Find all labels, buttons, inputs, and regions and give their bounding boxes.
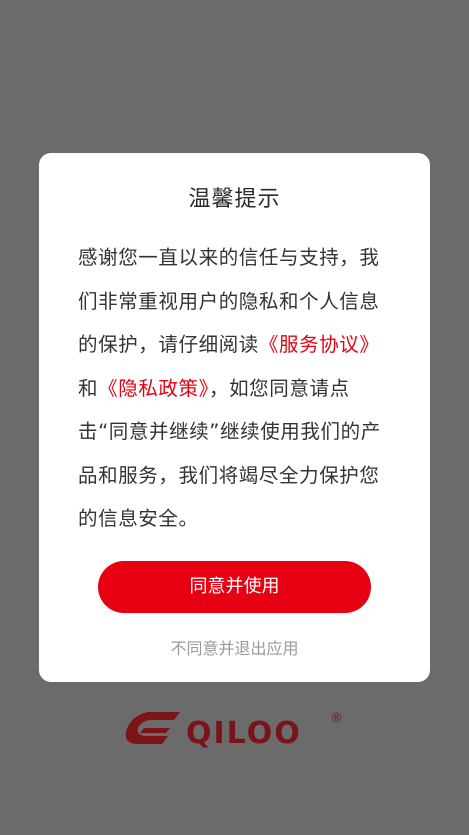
service-agreement-link[interactable]: 《服务协议》	[259, 333, 380, 356]
message-line: 的保护，请仔细阅读《服务协议》	[78, 323, 396, 367]
qiloo-logo: QILOO ®	[125, 711, 343, 750]
message-text: 和	[78, 376, 99, 400]
registered-mark: ®	[330, 711, 343, 726]
message-line: 品和服务，我们将竭尽全力保护您	[78, 463, 380, 487]
logo-wordmark: QILOO	[186, 716, 302, 750]
message-line: 们非常重视用户的隐私和个人信息	[78, 289, 380, 313]
message-line: 击“同意并继续”继续使用我们的产	[78, 420, 381, 443]
message-text: 的保护，请仔细阅读	[78, 333, 259, 356]
dialog-title: 温馨提示	[188, 187, 281, 212]
privacy-policy-link[interactable]: 《隐私政策》	[98, 377, 209, 400]
disagree-exit-button[interactable]: 不同意并退出应用	[0, 636, 469, 662]
qiloo-logo-icon	[125, 712, 180, 744]
message-line: 感谢您一直以来的信任与支持，我	[78, 246, 380, 269]
agree-button[interactable]: 同意并使用	[98, 561, 371, 613]
message-line: 和《隐私政策》，如您同意请点	[78, 367, 396, 411]
message-text: ，如您同意请点	[208, 376, 350, 400]
dialog-message: 感谢您一直以来的信任与支持，我 们非常重视用户的隐私和个人信息 的保护，请仔细阅…	[78, 236, 396, 541]
message-line: 的信息安全。	[78, 507, 199, 530]
